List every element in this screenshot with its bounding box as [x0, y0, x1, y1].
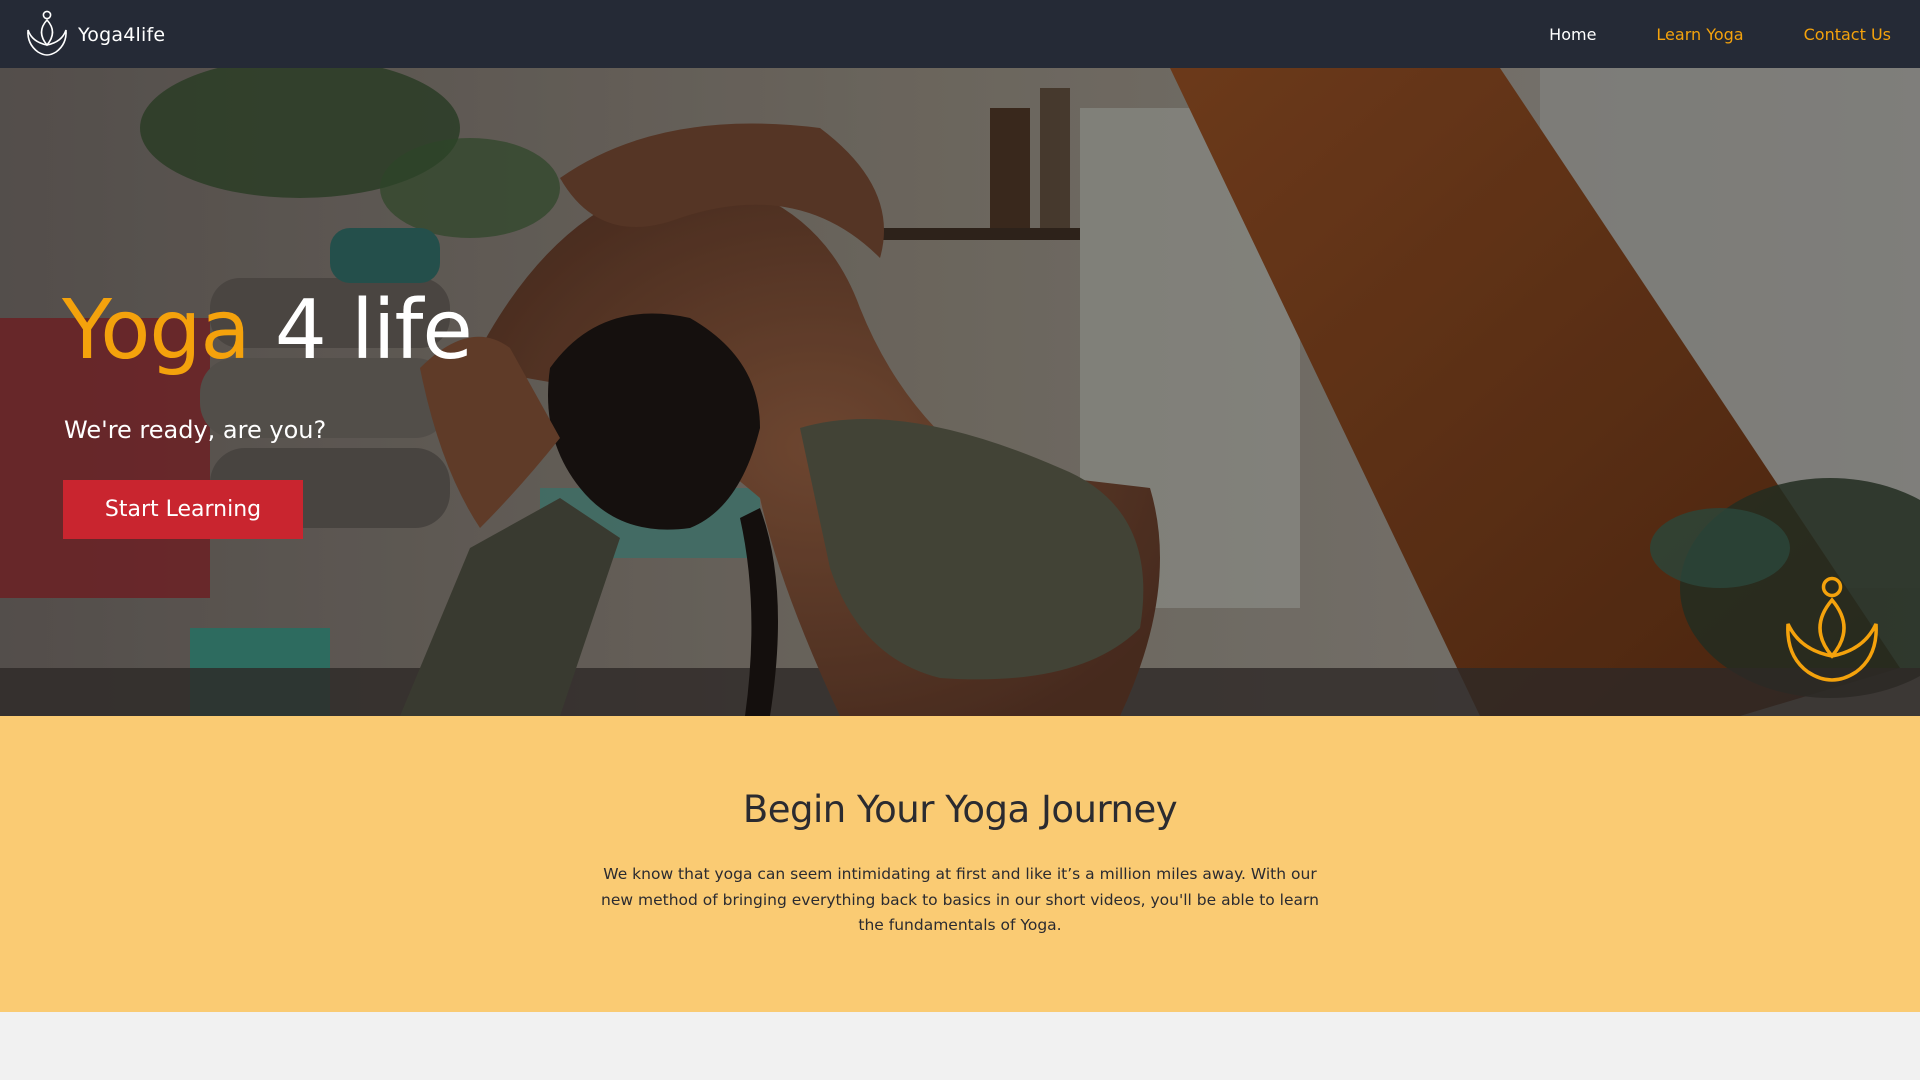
start-learning-button[interactable]: Start Learning: [63, 480, 303, 539]
nav-links: Home Learn Yoga Contact Us: [1489, 0, 1891, 68]
hero-title-accent: Yoga: [62, 283, 251, 378]
nav-link-contact-us[interactable]: Contact Us: [1804, 25, 1891, 44]
journey-title: Begin Your Yoga Journey: [742, 788, 1178, 831]
page-bottom-area: [0, 1012, 1920, 1080]
hero-overlay: [0, 68, 1920, 716]
journey-section: Begin Your Yoga Journey We know that yog…: [0, 716, 1920, 1012]
nav-link-home[interactable]: Home: [1549, 25, 1596, 44]
meditation-lotus-icon: [1786, 576, 1878, 682]
brand-name: Yoga4life: [78, 24, 166, 46]
brand[interactable]: Yoga4life: [24, 10, 165, 60]
hero-title-rest: 4 life: [274, 283, 473, 378]
hero-title: Yoga 4 life: [62, 290, 473, 372]
hero-section: Yoga 4 life We're ready, are you? Start …: [0, 68, 1920, 716]
journey-text: We know that yoga can seem intimidating …: [601, 865, 1319, 934]
nav-link-learn-yoga[interactable]: Learn Yoga: [1656, 25, 1743, 44]
hero-subtitle: We're ready, are you?: [64, 416, 327, 444]
navbar: Yoga4life Home Learn Yoga Contact Us: [0, 0, 1920, 68]
meditation-lotus-icon: [27, 10, 67, 56]
